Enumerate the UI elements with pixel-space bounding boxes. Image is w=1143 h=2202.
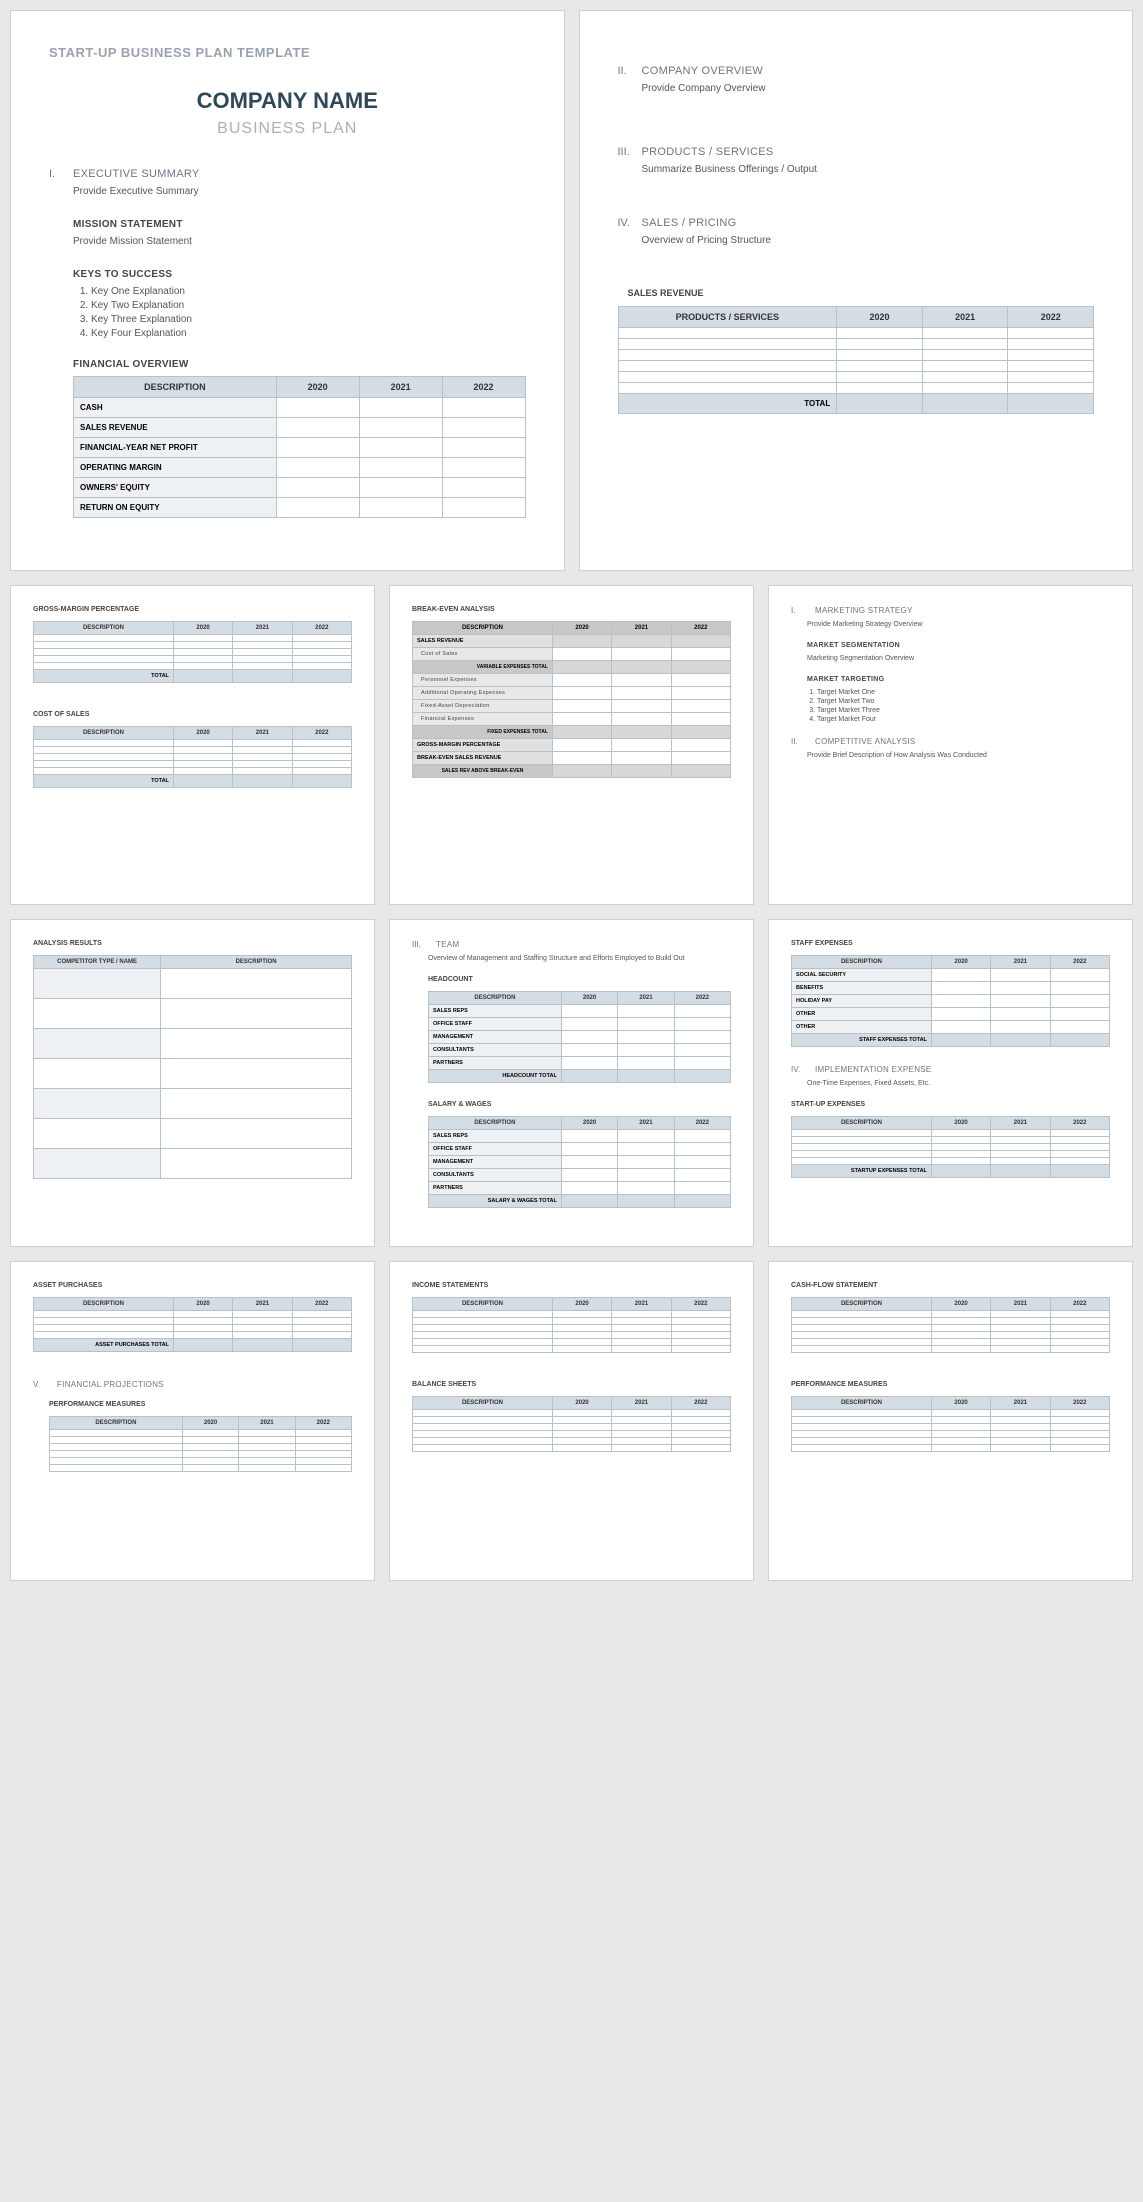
page-row-4: ASSET PURCHASES DESCRIPTION202020212022 …: [10, 1261, 1133, 1581]
mission-heading: MISSION STATEMENT: [73, 219, 526, 230]
page-7: III.TEAM Overview of Management and Staf…: [389, 919, 754, 1247]
balance-sheets-table: DESCRIPTION202020212022: [412, 1396, 731, 1452]
roman-numeral: I.: [49, 168, 63, 180]
page-11: CASH-FLOW STATEMENT DESCRIPTION202020212…: [768, 1261, 1133, 1581]
page-row-3: ANALYSIS RESULTS COMPETITOR TYPE / NAMED…: [10, 919, 1133, 1247]
page-4: BREAK-EVEN ANALYSIS DESCRIPTION202020212…: [389, 585, 754, 905]
row-label: OWNERS' EQUITY: [74, 478, 277, 498]
section-sales-pricing: IV.SALES / PRICING: [618, 217, 1095, 229]
section-exec-summary: I. EXECUTIVE SUMMARY: [49, 168, 526, 180]
page-2: II.COMPANY OVERVIEW Provide Company Over…: [579, 10, 1134, 571]
section-products: III.PRODUCTS / SERVICES: [618, 146, 1095, 158]
exec-summary-body: Provide Executive Summary: [73, 186, 526, 197]
page-3: GROSS-MARGIN PERCENTAGE DESCRIPTION20202…: [10, 585, 375, 905]
income-statements-table: DESCRIPTION202020212022: [412, 1297, 731, 1353]
page-5: I.MARKETING STRATEGY Provide Marketing S…: [768, 585, 1133, 905]
startup-expenses-table: DESCRIPTION202020212022 STARTUP EXPENSES…: [791, 1116, 1110, 1178]
analysis-results-table: COMPETITOR TYPE / NAMEDESCRIPTION: [33, 955, 352, 1179]
asset-purchases-table: DESCRIPTION202020212022 ASSET PURCHASES …: [33, 1297, 352, 1352]
col-y1: 2020: [276, 377, 359, 398]
fin-overview-table: DESCRIPTION202020212022 CASH SALES REVEN…: [73, 376, 526, 518]
template-header: START-UP BUSINESS PLAN TEMPLATE: [49, 45, 526, 60]
performance-measures-table: DESCRIPTION202020212022: [49, 1416, 352, 1472]
key-item: Key Four Explanation: [91, 328, 526, 339]
col-desc: DESCRIPTION: [74, 377, 277, 398]
company-name: COMPANY NAME: [49, 88, 526, 114]
keys-heading: KEYS TO SUCCESS: [73, 269, 526, 280]
cash-flow-table: DESCRIPTION202020212022: [791, 1297, 1110, 1353]
row-label: OPERATING MARGIN: [74, 458, 277, 478]
keys-list: Key One Explanation Key Two Explanation …: [91, 286, 526, 339]
page-6: ANALYSIS RESULTS COMPETITOR TYPE / NAMED…: [10, 919, 375, 1247]
salary-wages-table: DESCRIPTION202020212022 SALES REPSOFFICE…: [428, 1116, 731, 1208]
business-plan-label: BUSINESS PLAN: [49, 120, 526, 138]
key-item: Key Three Explanation: [91, 314, 526, 325]
performance-measures-table-2: DESCRIPTION202020212022: [791, 1396, 1110, 1452]
section-company-overview: II.COMPANY OVERVIEW: [618, 65, 1095, 77]
sales-revenue-table: PRODUCTS / SERVICES202020212022 TOTAL: [618, 306, 1095, 414]
page-row-1: START-UP BUSINESS PLAN TEMPLATE COMPANY …: [10, 10, 1133, 571]
key-item: Key Two Explanation: [91, 300, 526, 311]
page-1: START-UP BUSINESS PLAN TEMPLATE COMPANY …: [10, 10, 565, 571]
gross-margin-table: DESCRIPTION202020212022 TOTAL: [33, 621, 352, 683]
cost-sales-table: DESCRIPTION202020212022 TOTAL: [33, 726, 352, 788]
page-row-2: GROSS-MARGIN PERCENTAGE DESCRIPTION20202…: [10, 585, 1133, 905]
row-label: FINANCIAL-YEAR NET PROFIT: [74, 438, 277, 458]
page-8: STAFF EXPENSES DESCRIPTION202020212022 S…: [768, 919, 1133, 1247]
sales-revenue-heading: SALES REVENUE: [628, 288, 1095, 298]
mission-body: Provide Mission Statement: [73, 236, 526, 247]
col-y3: 2022: [442, 377, 525, 398]
break-even-table: DESCRIPTION202020212022 SALES REVENUE Co…: [412, 621, 731, 778]
col-y2: 2021: [359, 377, 442, 398]
fin-overview-heading: FINANCIAL OVERVIEW: [73, 359, 526, 370]
page-9: ASSET PURCHASES DESCRIPTION202020212022 …: [10, 1261, 375, 1581]
row-label: CASH: [74, 398, 277, 418]
row-label: SALES REVENUE: [74, 418, 277, 438]
row-label: RETURN ON EQUITY: [74, 498, 277, 518]
section-heading: EXECUTIVE SUMMARY: [73, 168, 200, 180]
staff-expenses-table: DESCRIPTION202020212022 SOCIAL SECURITYB…: [791, 955, 1110, 1047]
page-10: INCOME STATEMENTS DESCRIPTION20202021202…: [389, 1261, 754, 1581]
headcount-table: DESCRIPTION202020212022 SALES REPSOFFICE…: [428, 991, 731, 1083]
key-item: Key One Explanation: [91, 286, 526, 297]
